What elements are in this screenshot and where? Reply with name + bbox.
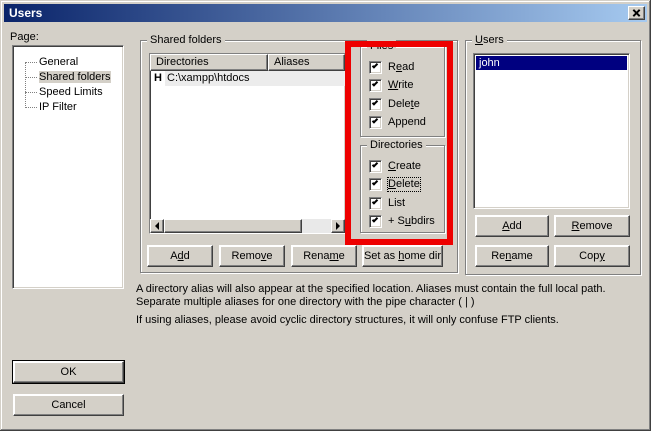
title-bar[interactable]: Users	[4, 4, 647, 22]
checkmark-icon	[372, 99, 378, 105]
users-group-label: Users	[472, 34, 507, 47]
column-header-directories[interactable]: Directories	[150, 54, 268, 71]
directory-row[interactable]: H C:\xampp\htdocs	[150, 71, 345, 86]
checkmark-icon	[372, 161, 378, 167]
checkmark-icon	[372, 117, 378, 123]
column-header-aliases[interactable]: Aliases	[268, 54, 345, 71]
set-as-home-dir-button[interactable]: Set as home dir	[362, 245, 443, 267]
button-label: Copy	[579, 250, 605, 262]
page-item-speed-limits[interactable]: Speed Limits	[13, 85, 123, 100]
user-rename-button[interactable]: Rename	[475, 245, 549, 267]
checkbox-icon	[369, 98, 382, 111]
checkmark-icon	[372, 216, 378, 222]
tree-connector	[25, 77, 37, 78]
page-item-general[interactable]: General	[13, 55, 123, 70]
checkbox-dirs-create[interactable]: Create	[361, 160, 444, 174]
user-remove-button[interactable]: Remove	[554, 215, 630, 237]
checkbox-files-delete[interactable]: Delete	[361, 98, 444, 112]
checkbox-dirs-list[interactable]: List	[361, 197, 444, 211]
user-name: john	[479, 57, 500, 69]
page-item-label: Speed Limits	[39, 86, 103, 98]
ok-button[interactable]: OK	[13, 361, 124, 383]
files-permissions-group: Files Read Write Delete Append	[360, 46, 445, 137]
scroll-left-button[interactable]	[150, 219, 164, 233]
scroll-right-button[interactable]	[331, 219, 345, 233]
tree-connector	[25, 62, 37, 63]
home-dir-marker: H	[150, 71, 165, 86]
button-label: Remove	[232, 250, 273, 262]
checkbox-label: Read	[388, 61, 414, 74]
button-label: Remove	[572, 220, 613, 232]
button-label: Add	[170, 250, 190, 262]
folder-rename-button[interactable]: Rename	[291, 245, 357, 267]
close-button[interactable]	[628, 6, 645, 20]
window-title: Users	[9, 6, 42, 20]
cancel-button[interactable]: Cancel	[13, 394, 124, 416]
tree-connector	[25, 107, 37, 108]
checkbox-icon	[369, 79, 382, 92]
directories-group-label: Directories	[367, 139, 426, 152]
button-label: Rename	[303, 250, 345, 262]
checkmark-icon	[372, 80, 378, 86]
folder-remove-button[interactable]: Remove	[219, 245, 285, 267]
button-label: Set as home dir	[364, 250, 441, 262]
user-copy-button[interactable]: Copy	[554, 245, 630, 267]
shared-folders-group-label: Shared folders	[147, 34, 225, 47]
tree-connector	[25, 92, 37, 93]
checkbox-icon	[369, 178, 382, 191]
button-label: Add	[502, 220, 522, 232]
arrow-right-icon	[336, 222, 340, 230]
page-item-shared-folders[interactable]: Shared folders	[13, 70, 123, 85]
cyclic-note-text: If using aliases, please avoid cyclic di…	[136, 314, 638, 327]
checkbox-icon	[369, 61, 382, 74]
list-header: Directories Aliases	[150, 54, 345, 71]
checkbox-files-append[interactable]: Append	[361, 116, 444, 130]
users-list[interactable]: john	[473, 53, 630, 209]
checkbox-label: List	[388, 197, 405, 210]
scrollbar-thumb[interactable]	[164, 219, 302, 233]
page-item-label: IP Filter	[39, 101, 77, 113]
checkbox-label: Delete	[388, 178, 420, 191]
user-add-button[interactable]: Add	[475, 215, 549, 237]
checkmark-icon	[372, 198, 378, 204]
arrow-left-icon	[155, 222, 159, 230]
checkbox-files-write[interactable]: Write	[361, 79, 444, 93]
page-item-label: General	[39, 56, 78, 68]
users-dialog: Users Page: General Shared folders Speed…	[0, 0, 651, 431]
alias-note-text: A directory alias will also appear at th…	[136, 283, 638, 309]
checkbox-label: Append	[388, 116, 426, 129]
checkbox-icon	[369, 215, 382, 228]
checkbox-files-read[interactable]: Read	[361, 61, 444, 75]
checkbox-label: Write	[388, 79, 413, 92]
checkmark-icon	[372, 179, 378, 185]
checkmark-icon	[372, 62, 378, 68]
checkbox-dirs-subdirs[interactable]: + Subdirs	[361, 215, 444, 229]
horizontal-scrollbar[interactable]	[150, 219, 345, 233]
directory-path: C:\xampp\htdocs	[165, 71, 345, 86]
checkbox-dirs-delete[interactable]: Delete	[361, 178, 444, 192]
page-item-ip-filter[interactable]: IP Filter	[13, 100, 123, 115]
directories-permissions-group: Directories Create Delete List + Subdirs	[360, 145, 445, 233]
user-list-item[interactable]: john	[476, 56, 627, 70]
checkbox-label: Create	[388, 160, 421, 173]
checkbox-label: + Subdirs	[388, 215, 435, 228]
checkbox-icon	[369, 160, 382, 173]
checkbox-label: Delete	[388, 98, 420, 111]
page-label: Page:	[10, 31, 39, 43]
checkbox-icon	[369, 197, 382, 210]
users-group: Users john Add Remove Rename Copy	[465, 40, 641, 275]
folder-add-button[interactable]: Add	[147, 245, 213, 267]
shared-folders-list[interactable]: Directories Aliases H C:\xampp\htdocs	[149, 53, 346, 234]
page-item-label: Shared folders	[39, 71, 111, 83]
page-list[interactable]: General Shared folders Speed Limits IP F…	[12, 45, 124, 289]
button-label: Rename	[491, 250, 533, 262]
files-group-label: Files	[367, 40, 396, 53]
checkbox-icon	[369, 116, 382, 129]
